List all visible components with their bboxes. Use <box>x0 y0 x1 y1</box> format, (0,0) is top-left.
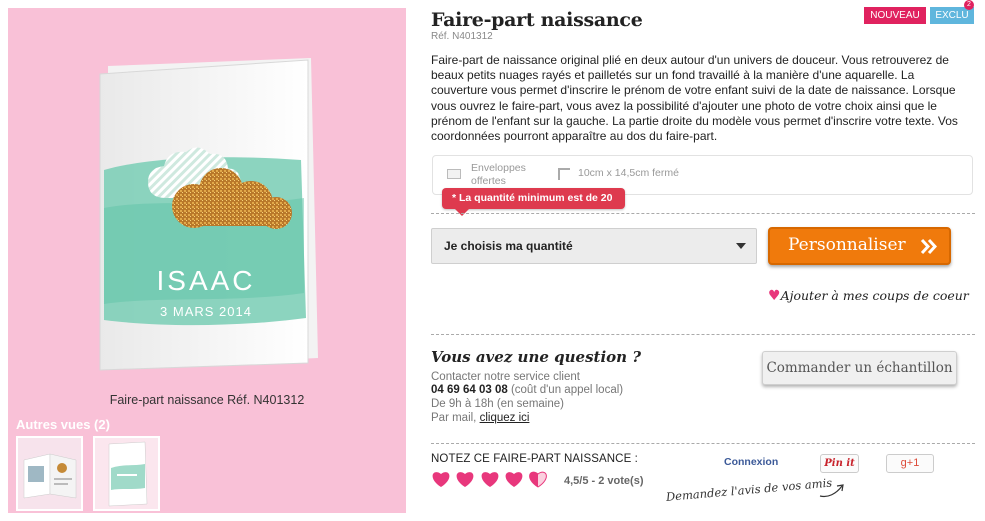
heart-icon: ♥ <box>768 288 781 304</box>
add-to-favorites-label: Ajouter à mes coups de coeur <box>780 288 969 303</box>
divider <box>431 213 975 214</box>
add-to-favorites-link[interactable]: ♥Ajouter à mes coups de coeur <box>768 288 969 304</box>
contact-hours: De 9h à 18h (en semaine) <box>431 398 564 410</box>
product-description: Faire-part de naissance original plié en… <box>431 53 958 144</box>
other-views-label: Autres vues (2) <box>16 417 110 432</box>
card-illustration: ISAAC 3 MARS 2014 <box>99 58 318 371</box>
phone-number: 04 69 64 03 08 <box>431 384 508 396</box>
contact-mail: Par mail, cliquez ici <box>431 412 529 424</box>
double-chevron-right-icon <box>920 238 937 255</box>
envelopes-feature: Enveloppes offertes <box>471 162 526 187</box>
contact-phone: 04 69 64 03 08 (coût d'un appel local) <box>431 384 623 396</box>
rating-heart-4[interactable] <box>504 470 524 488</box>
ask-friends-note: Demandez l'avis de vos amis <box>665 475 833 504</box>
thumbnail-back-card-image <box>95 438 158 509</box>
pinterest-button[interactable]: Pin it <box>820 454 859 473</box>
rating-heart-1[interactable] <box>431 470 451 488</box>
thumbnail-1[interactable] <box>16 436 83 511</box>
quantity-select[interactable]: Je choisis ma quantité <box>431 228 757 264</box>
rating-score: 4,5/5 - 2 vote(s) <box>564 475 644 487</box>
thumbnail-open-card-image <box>18 438 81 509</box>
card-name-text: ISAAC <box>156 265 255 296</box>
facebook-login-button[interactable]: Connexion <box>724 456 778 468</box>
thumbnail-2[interactable] <box>93 436 160 511</box>
ruler-icon <box>558 168 570 180</box>
mail-prefix: Par mail, <box>431 412 477 424</box>
question-title: Vous avez une question ? <box>431 348 642 366</box>
product-main-image[interactable]: ISAAC 3 MARS 2014 <box>96 58 336 378</box>
chevron-down-icon <box>736 243 746 249</box>
product-title: Faire-part naissance <box>431 9 643 31</box>
rating-heart-2[interactable] <box>455 470 475 488</box>
divider <box>431 334 975 335</box>
rating-hearts[interactable] <box>431 470 549 490</box>
phone-note: (coût d'un appel local) <box>510 384 624 396</box>
product-gallery: ISAAC 3 MARS 2014 Faire-part naissance R… <box>8 8 406 513</box>
order-sample-button[interactable]: Commander un échantillon <box>762 351 957 385</box>
quantity-select-value: Je choisis ma quantité <box>444 239 573 253</box>
contact-label: Contacter notre service client <box>431 371 580 383</box>
exclusive-badge-marker: 2 <box>964 0 974 10</box>
mail-link[interactable]: cliquez ici <box>480 412 530 424</box>
rating-label: NOTEZ CE FAIRE-PART NAISSANCE : <box>431 453 638 465</box>
personalize-button-label: Personnaliser <box>788 235 906 255</box>
curved-arrow-icon <box>819 484 844 498</box>
card-date-text: 3 MARS 2014 <box>160 304 252 319</box>
minimum-quantity-tooltip: * La quantité minimum est de 20 <box>442 188 625 209</box>
image-caption: Faire-part naissance Réf. N401312 <box>109 393 305 407</box>
divider <box>431 443 975 444</box>
format-feature: 10cm x 14,5cm fermé <box>578 167 679 179</box>
product-reference: Réf. N401312 <box>431 31 493 42</box>
envelope-icon <box>447 169 461 179</box>
rating-heart-3[interactable] <box>480 470 500 488</box>
new-badge: NOUVEAU <box>864 7 926 24</box>
rating-heart-5[interactable] <box>528 470 548 488</box>
google-plus-button[interactable]: g+1 <box>886 454 934 473</box>
personalize-button[interactable]: Personnaliser <box>768 227 951 265</box>
